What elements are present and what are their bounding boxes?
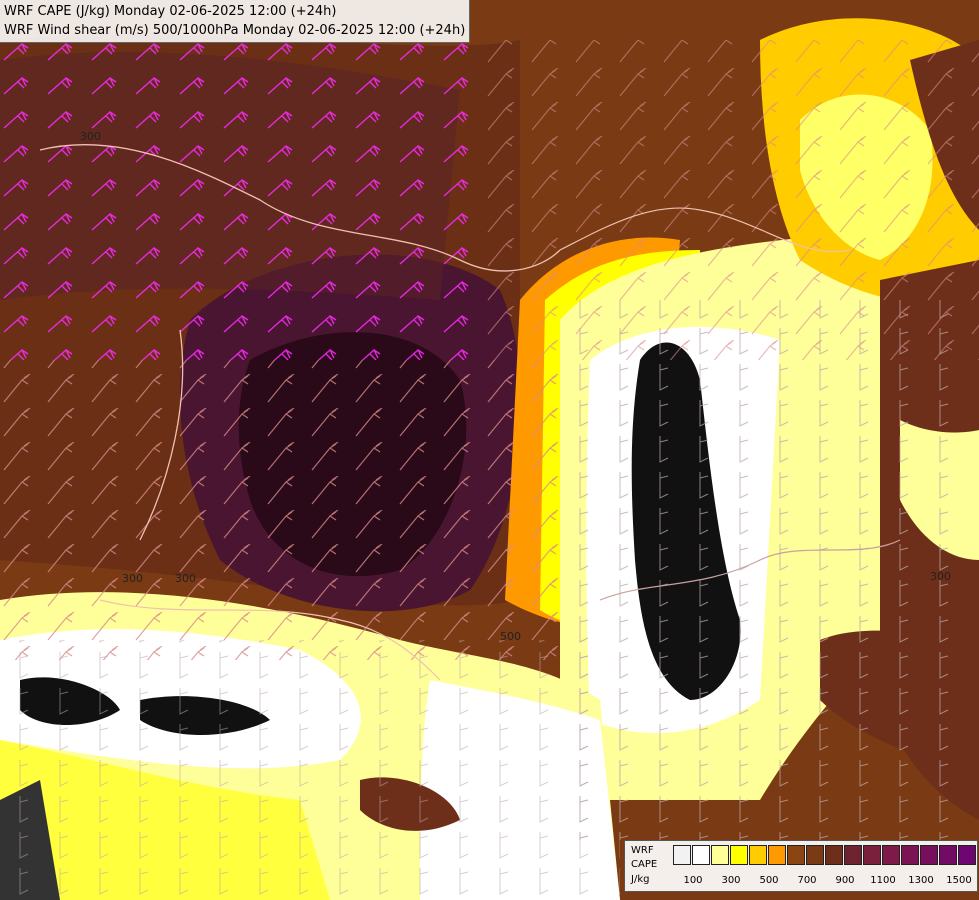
legend-field: CAPE bbox=[631, 859, 658, 870]
legend-swatch bbox=[844, 845, 862, 865]
legend-swatch bbox=[901, 845, 919, 865]
legend-swatch bbox=[787, 845, 805, 865]
contour-label: 300 bbox=[122, 572, 143, 585]
cape-legend: WRF CAPE J/kg 100 300 500 700 900 1100 1300 150… bbox=[624, 840, 978, 892]
legend-tick-label: 1500 bbox=[946, 875, 972, 886]
legend-unit: J/kg bbox=[631, 874, 650, 885]
legend-swatch bbox=[958, 845, 976, 865]
legend-tick-label: 1300 bbox=[908, 875, 934, 886]
contour-label: 500 bbox=[500, 630, 521, 643]
legend-swatch bbox=[692, 845, 710, 865]
legend-swatch bbox=[920, 845, 938, 865]
legend-tick-label: 100 bbox=[683, 875, 703, 886]
legend-swatch bbox=[825, 845, 843, 865]
cape-wind-shear-map: 300 300 500 300 300 bbox=[0, 0, 979, 900]
legend-tick-label: 700 bbox=[797, 875, 817, 886]
legend-tick-label: 1100 bbox=[870, 875, 896, 886]
map-title-cape: WRF CAPE (J/kg) Monday 02-06-2025 12:00 … bbox=[4, 4, 337, 19]
legend-tick-label: 500 bbox=[759, 875, 779, 886]
legend-swatch bbox=[730, 845, 748, 865]
contour-label: 300 bbox=[80, 130, 101, 143]
contour-label: 300 bbox=[930, 570, 951, 583]
legend-swatch bbox=[939, 845, 957, 865]
contour-label: 300 bbox=[175, 572, 196, 585]
legend-model: WRF bbox=[631, 845, 654, 856]
legend-swatch bbox=[882, 845, 900, 865]
map-title-wind-shear: WRF Wind shear (m/s) 500/1000hPa Monday … bbox=[4, 23, 466, 38]
legend-swatch bbox=[806, 845, 824, 865]
legend-swatch bbox=[863, 845, 881, 865]
legend-swatch bbox=[711, 845, 729, 865]
legend-swatch bbox=[673, 845, 691, 865]
map-title-box: WRF CAPE (J/kg) Monday 02-06-2025 12:00 … bbox=[0, 0, 471, 43]
legend-swatch bbox=[768, 845, 786, 865]
legend-swatch bbox=[749, 845, 767, 865]
legend-tick-label: 900 bbox=[835, 875, 855, 886]
legend-tick-label: 300 bbox=[721, 875, 741, 886]
